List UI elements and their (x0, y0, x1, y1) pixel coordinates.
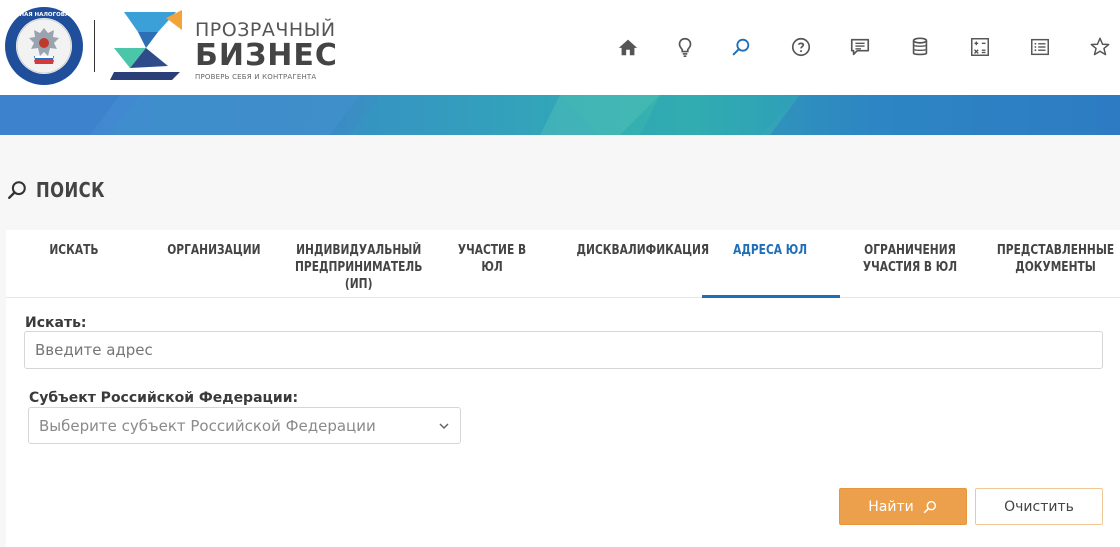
tab-disqualification[interactable]: ДИСКВАЛИФИКАЦИЯ (562, 242, 710, 259)
tab-organizations[interactable]: ОРГАНИЗАЦИИ (156, 242, 272, 259)
region-select-value: Выберите субъект Российской Федерации (39, 416, 376, 435)
home-icon[interactable] (615, 34, 641, 60)
brand-wordmark: ПРОЗРАЧНЫЙ БИЗНЕС ПРОВЕРЬ СЕБЯ И КОНТРАГ… (195, 20, 338, 81)
search-icon[interactable] (728, 34, 754, 60)
search-label: Искать: (25, 315, 87, 331)
chat-icon[interactable] (847, 34, 873, 60)
tab-individual-entrepreneur[interactable]: ИНДИВИДУАЛЬНЫЙ ПРЕДПРИНИМАТЕЛЬ (ИП) (281, 242, 429, 293)
search-tabs: ИСКАТЬ ОРГАНИЗАЦИИ ИНДИВИДУАЛЬНЫЙ ПРЕДПР… (6, 230, 1120, 298)
tab-search[interactable]: ИСКАТЬ (28, 242, 120, 259)
header-divider (94, 20, 95, 72)
region-label: Субъект Российской Федерации: (29, 390, 299, 406)
help-icon[interactable] (788, 34, 814, 60)
clear-button-label: Очистить (1004, 498, 1074, 515)
find-button-label: Найти (868, 498, 914, 515)
page-title-text: ПОИСК (36, 178, 105, 202)
list-icon[interactable] (1027, 34, 1053, 60)
clear-button[interactable]: Очистить (975, 488, 1103, 525)
brand-main-text: БИЗНЕС (195, 38, 338, 73)
tab-participation-restrictions[interactable]: ОГРАНИЧЕНИЯ УЧАСТИЯ В ЮЛ (850, 242, 970, 276)
tab-addresses[interactable]: АДРЕСА ЮЛ (722, 242, 818, 259)
prozrachny-biznes-logo[interactable] (110, 8, 190, 84)
search-icon (923, 500, 936, 513)
svg-text:ФЕДЕРАЛЬНАЯ НАЛОГОВАЯ СЛУЖБА: ФЕДЕРАЛЬНАЯ НАЛОГОВАЯ СЛУЖБА (4, 12, 84, 18)
lightbulb-icon[interactable] (672, 34, 698, 60)
header: ФЕДЕРАЛЬНАЯ НАЛОГОВАЯ СЛУЖБА ПРОЗРАЧНЫЙ … (0, 0, 1120, 95)
tab-participation[interactable]: УЧАСТИЕ В ЮЛ (442, 242, 542, 276)
chevron-down-icon (439, 422, 449, 429)
tab-submitted-documents[interactable]: ПРЕДСТАВЛЕННЫЕ ДОКУМЕНТЫ (984, 242, 1120, 276)
brand-sub-text: ПРОВЕРЬ СЕБЯ И КОНТРАГЕНТА (195, 73, 317, 81)
page-title: ПОИСК (6, 178, 120, 202)
address-search-input[interactable] (24, 331, 1103, 369)
brand-top-text: ПРОЗРАЧНЫЙ (195, 19, 336, 41)
header-banner (0, 95, 1120, 135)
database-icon[interactable] (907, 34, 933, 60)
fns-emblem-logo[interactable]: ФЕДЕРАЛЬНАЯ НАЛОГОВАЯ СЛУЖБА (4, 6, 84, 86)
search-icon (8, 181, 26, 199)
banner-pattern (0, 95, 1120, 135)
calculator-icon[interactable] (967, 34, 993, 60)
star-icon[interactable] (1087, 34, 1113, 60)
region-select[interactable]: Выберите субъект Российской Федерации (28, 407, 461, 444)
find-button[interactable]: Найти (839, 488, 967, 525)
search-form: Искать: Субъект Российской Федерации: Вы… (6, 298, 1120, 547)
